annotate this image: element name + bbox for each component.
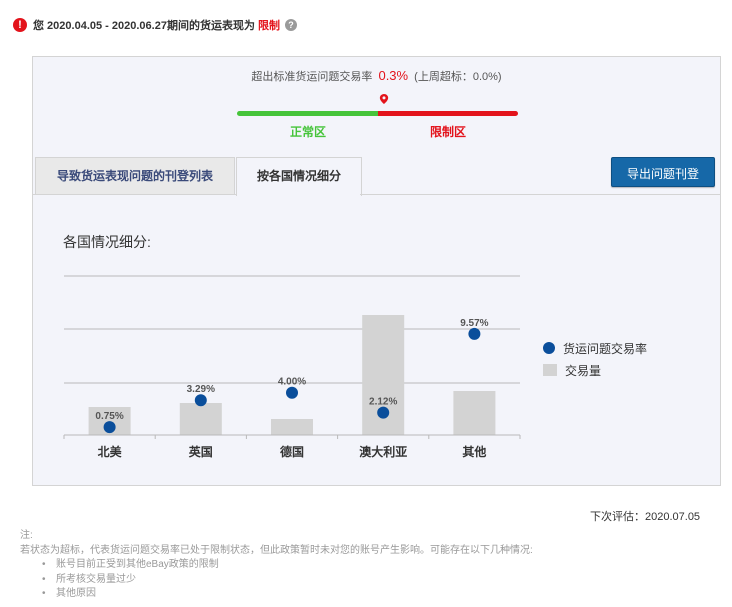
location-pin-icon bbox=[379, 94, 389, 104]
rate-label: 超出标准货运问题交易率 bbox=[251, 71, 373, 83]
data-label: 0.75% bbox=[95, 411, 123, 422]
bar bbox=[179, 403, 222, 435]
rate-line: 超出标准货运问题交易率 0.3% (上周超标：0.0%) bbox=[33, 68, 720, 84]
notes-body: 若状态为超标，代表货运问题交易率已处于限制状态，但此政策暂时未对您的账号产生影响… bbox=[20, 544, 533, 556]
data-point bbox=[103, 421, 116, 434]
notes-item: 账号目前正受到其他eBay政策的限制 bbox=[56, 558, 533, 573]
data-point bbox=[468, 327, 481, 340]
performance-panel: 超出标准货运问题交易率 0.3% (上周超标：0.0%) 正常区 限制区 导致货… bbox=[32, 56, 721, 486]
x-tick-label: 德国 bbox=[280, 444, 304, 459]
x-tick-label: 其他 bbox=[462, 444, 486, 459]
notes-item: 所考核交易量过少 bbox=[56, 573, 533, 588]
x-tick-label: 澳大利亚 bbox=[359, 444, 407, 459]
status-value: 限制 bbox=[257, 20, 280, 32]
x-tick-label: 北美 bbox=[98, 444, 123, 459]
normal-zone-bar bbox=[237, 111, 378, 116]
restricted-zone-bar bbox=[378, 111, 518, 116]
rate-value: 0.3% bbox=[378, 68, 409, 83]
notes-item: 其他原因 bbox=[56, 587, 533, 602]
chart-legend: 货运问题交易率 交易量 bbox=[543, 337, 647, 381]
chart-title: 各国情况细分: bbox=[63, 234, 151, 250]
zone-restricted-label: 限制区 bbox=[429, 125, 466, 139]
data-point bbox=[377, 406, 390, 419]
legend-box-icon bbox=[543, 364, 557, 376]
tab-divider bbox=[33, 194, 720, 195]
status-prefix: 您 2020.04.05 - 2020.06.27期间的货运表现为 bbox=[33, 20, 255, 32]
next-evaluation-date: 下次评估：2020.07.05 bbox=[590, 511, 701, 523]
legend-label-rate: 货运问题交易率 bbox=[563, 341, 648, 356]
legend-label-volume: 交易量 bbox=[565, 363, 602, 378]
notes-title: 注: bbox=[20, 530, 33, 541]
notes-list: 账号目前正受到其他eBay政策的限制 所考核交易量过少 其他原因 bbox=[20, 558, 533, 602]
last-week-rate: (上周超标：0.0%) bbox=[414, 71, 502, 83]
bar bbox=[271, 419, 313, 435]
legend-dot-icon bbox=[543, 342, 555, 354]
status-line: ! 您 2020.04.05 - 2020.06.27期间的货运表现为 限制 ? bbox=[13, 17, 297, 33]
zone-normal-label: 正常区 bbox=[289, 125, 326, 139]
question-icon[interactable]: ? bbox=[284, 19, 297, 31]
bar bbox=[453, 391, 496, 435]
data-label: 3.29% bbox=[187, 384, 215, 395]
data-point bbox=[194, 394, 207, 407]
export-problem-listings-button[interactable]: 导出问题刊登 bbox=[611, 157, 715, 187]
legend-item-rate: 货运问题交易率 bbox=[543, 337, 647, 359]
active-tab-gap bbox=[237, 194, 360, 195]
tab-problem-listings[interactable]: 导致货运表现问题的刊登列表 bbox=[35, 157, 235, 195]
notes-section: 注: 若状态为超标，代表货运问题交易率已处于限制状态，但此政策暂时未对您的账号产… bbox=[20, 529, 533, 602]
tab-country-breakdown[interactable]: 按各国情况细分 bbox=[236, 157, 362, 196]
x-tick-label: 英国 bbox=[189, 444, 213, 459]
exclamation-icon: ! bbox=[13, 18, 27, 32]
legend-item-volume: 交易量 bbox=[543, 359, 647, 381]
data-label: 2.12% bbox=[369, 397, 397, 408]
data-label: 9.57% bbox=[460, 318, 488, 329]
data-point bbox=[286, 386, 298, 399]
data-label: 4.00% bbox=[278, 377, 306, 388]
